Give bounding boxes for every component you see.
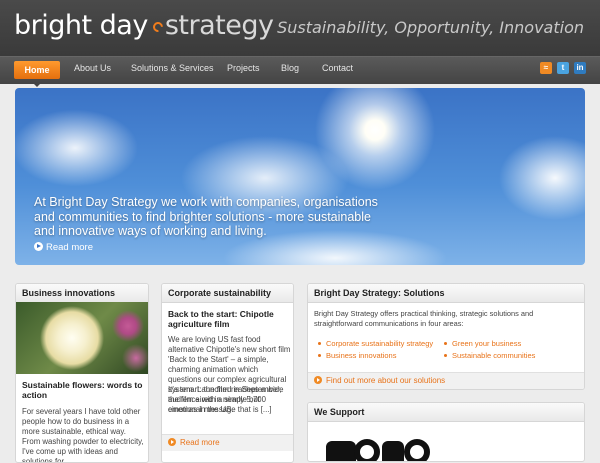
business-article-title[interactable]: Sustainable flowers: words to action — [22, 380, 146, 400]
arrow-circle-icon — [314, 376, 322, 384]
business-article-text: For several years I have told other peop… — [22, 407, 144, 463]
nav-item-projects[interactable]: Projects — [227, 63, 260, 73]
site-header: bright day strategy Sustainability, Oppor… — [0, 0, 600, 56]
play-icon — [34, 242, 43, 251]
hero-read-more-link[interactable]: Read more — [34, 242, 93, 253]
solution-link-green-your-business[interactable]: Green your business — [444, 339, 521, 348]
main-nav: Home About Us Solutions & Services Proje… — [0, 56, 600, 84]
site-logo[interactable]: bright day strategy — [14, 10, 274, 41]
we-support-box: We Support — [307, 402, 585, 462]
logo-ring-icon — [150, 19, 165, 35]
nav-item-home[interactable]: Home — [14, 61, 60, 79]
rose-photo[interactable] — [16, 302, 148, 374]
twitter-icon[interactable]: t — [557, 62, 569, 74]
corporate-read-more-label: Read more — [180, 438, 220, 447]
solution-link-sustainable-communities[interactable]: Sustainable communities — [444, 351, 535, 360]
solutions-heading: Bright Day Strategy: Solutions — [308, 284, 584, 303]
hero-text: At Bright Day Strategy we work with comp… — [34, 195, 378, 238]
solution-link-business-innovations[interactable]: Business innovations — [318, 351, 396, 360]
arrow-circle-icon — [168, 438, 176, 446]
solutions-box: Bright Day Strategy: Solutions Bright Da… — [307, 283, 585, 390]
we-support-heading: We Support — [308, 403, 584, 422]
nav-item-blog[interactable]: Blog — [281, 63, 299, 73]
corporate-article-title[interactable]: Back to the start: Chipotle agriculture … — [168, 309, 292, 329]
corporate-read-more-link[interactable]: Read more — [168, 438, 220, 447]
supported-organisation-logo[interactable] — [326, 435, 436, 461]
business-innovations-heading: Business innovations — [16, 284, 148, 303]
solutions-intro: Bright Day Strategy offers practical thi… — [314, 309, 534, 328]
corporate-sustainability-box: Corporate sustainability Back to the sta… — [161, 283, 294, 463]
linkedin-icon[interactable]: in — [574, 62, 586, 74]
corporate-read-more-bar: Read more — [162, 434, 293, 451]
logo-word-strategy: strategy — [164, 10, 274, 41]
hero-read-more-label: Read more — [46, 242, 93, 253]
active-nav-pointer — [32, 82, 42, 87]
hero-banner: At Bright Day Strategy we work with comp… — [15, 88, 585, 265]
corporate-article-text-2: It's smart: the film reaches a wide audi… — [168, 385, 284, 414]
nav-item-contact[interactable]: Contact — [322, 63, 353, 73]
solutions-find-out-more-label: Find out more about our solutions — [326, 376, 446, 385]
solution-link-corporate-sustainability-strategy[interactable]: Corporate sustainability strategy — [318, 339, 433, 348]
rss-icon[interactable]: ≈ — [540, 62, 552, 74]
corporate-sustainability-heading: Corporate sustainability — [162, 284, 293, 303]
nav-item-solutions-services[interactable]: Solutions & Services — [131, 63, 214, 73]
site-tagline: Sustainability, Opportunity, Innovation — [277, 18, 584, 37]
logo-word-bright-day: bright day — [14, 10, 148, 41]
solutions-more-bar: Find out more about our solutions — [308, 372, 584, 389]
business-innovations-box: Business innovations Sustainable flowers… — [15, 283, 149, 463]
solutions-find-out-more-link[interactable]: Find out more about our solutions — [314, 376, 445, 385]
nav-item-about-us[interactable]: About Us — [74, 63, 111, 73]
